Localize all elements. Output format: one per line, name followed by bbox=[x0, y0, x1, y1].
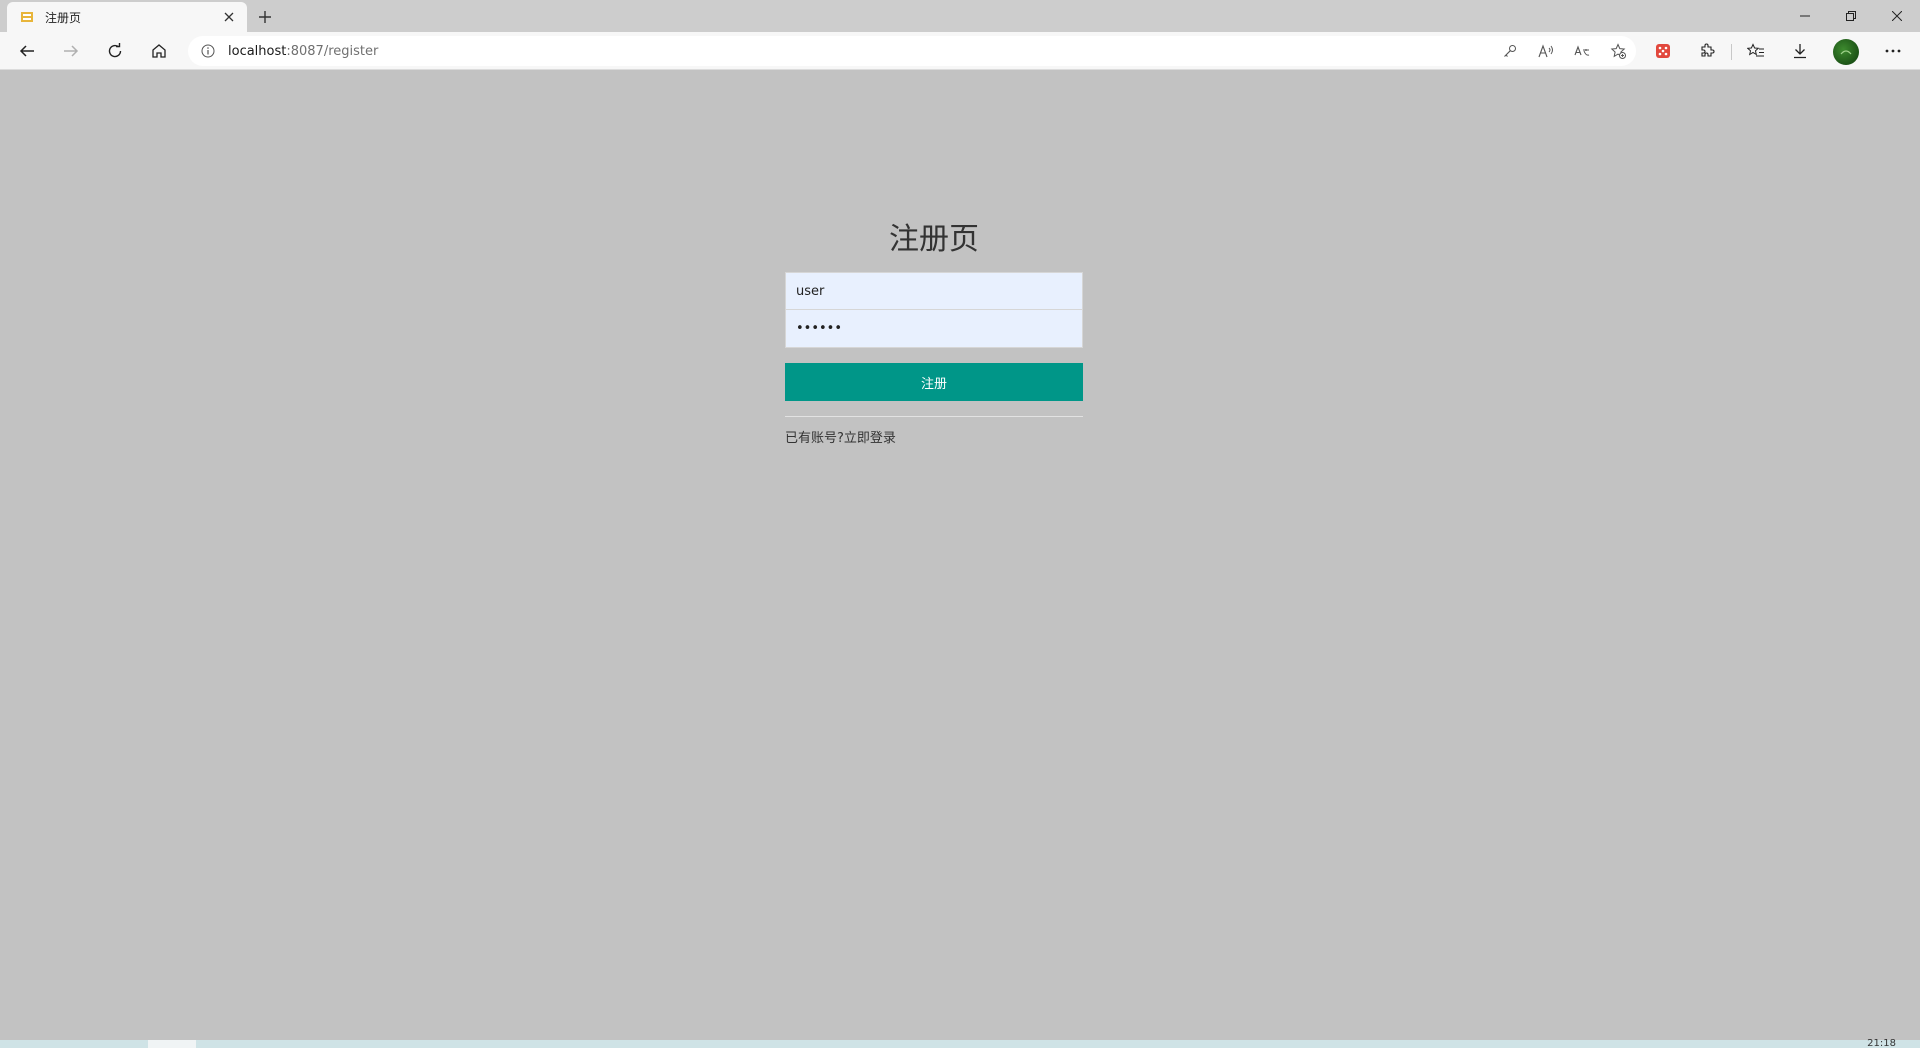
site-info-icon[interactable] bbox=[188, 44, 228, 58]
favicon-icon bbox=[19, 9, 35, 25]
password-input[interactable] bbox=[785, 310, 1083, 348]
home-button[interactable] bbox=[144, 36, 174, 66]
add-favorite-icon[interactable] bbox=[1600, 36, 1636, 66]
taskbar-active-item[interactable] bbox=[148, 1040, 196, 1048]
avatar-icon bbox=[1840, 50, 1852, 55]
login-prompt-text: 已有账号? bbox=[785, 431, 844, 446]
profile-avatar[interactable] bbox=[1833, 39, 1859, 65]
downloads-button[interactable] bbox=[1785, 36, 1815, 66]
refresh-button[interactable] bbox=[100, 36, 130, 66]
favorites-icon bbox=[1747, 43, 1764, 57]
url-text: localhost:8087/register bbox=[228, 44, 378, 59]
new-tab-button[interactable] bbox=[252, 4, 278, 30]
browser-tab[interactable]: 注册页 bbox=[7, 2, 247, 32]
register-form: 注册页 注册 已有账号? 立即登录 bbox=[785, 220, 1083, 446]
restore-button[interactable] bbox=[1828, 0, 1874, 32]
dice-extension-icon bbox=[1656, 44, 1670, 58]
translate-icon[interactable] bbox=[1564, 36, 1600, 66]
more-options-icon bbox=[1885, 49, 1901, 53]
extensions-button[interactable] bbox=[1692, 36, 1722, 66]
url-host: localhost bbox=[228, 43, 287, 59]
read-aloud-icon[interactable] bbox=[1528, 36, 1564, 66]
form-divider bbox=[785, 416, 1083, 417]
page-content: 注册页 注册 已有账号? 立即登录 bbox=[0, 70, 1920, 1040]
refresh-icon bbox=[108, 43, 122, 58]
page-title: 注册页 bbox=[889, 222, 979, 257]
login-link[interactable]: 立即登录 bbox=[844, 427, 896, 446]
close-window-button[interactable] bbox=[1874, 0, 1920, 32]
register-button[interactable]: 注册 bbox=[785, 363, 1083, 401]
download-icon bbox=[1794, 44, 1806, 59]
tab-strip: 注册页 bbox=[0, 0, 1920, 32]
login-prompt: 已有账号? 立即登录 bbox=[785, 427, 1083, 446]
settings-menu-button[interactable] bbox=[1878, 36, 1908, 66]
extension-dice-button[interactable] bbox=[1648, 36, 1678, 66]
toolbar-divider bbox=[1731, 44, 1732, 60]
forward-button[interactable] bbox=[56, 36, 86, 66]
key-icon[interactable] bbox=[1492, 36, 1528, 66]
browser-toolbar: localhost:8087/register bbox=[0, 32, 1920, 70]
back-button[interactable] bbox=[12, 36, 42, 66]
url-path: :8087/register bbox=[286, 43, 379, 59]
back-arrow-icon bbox=[19, 45, 34, 57]
address-bar[interactable]: localhost:8087/register bbox=[188, 36, 1636, 66]
minimize-button[interactable] bbox=[1782, 0, 1828, 32]
close-tab-icon[interactable] bbox=[219, 7, 239, 27]
forward-arrow-icon bbox=[64, 45, 79, 57]
favorites-button[interactable] bbox=[1741, 36, 1771, 66]
taskbar: 21:18 bbox=[0, 1038, 1920, 1048]
tab-title: 注册页 bbox=[45, 10, 82, 25]
home-icon bbox=[152, 44, 166, 58]
puzzle-icon bbox=[1701, 43, 1715, 57]
taskbar-clock: 21:18 bbox=[1867, 1038, 1896, 1048]
username-input[interactable] bbox=[785, 272, 1083, 310]
